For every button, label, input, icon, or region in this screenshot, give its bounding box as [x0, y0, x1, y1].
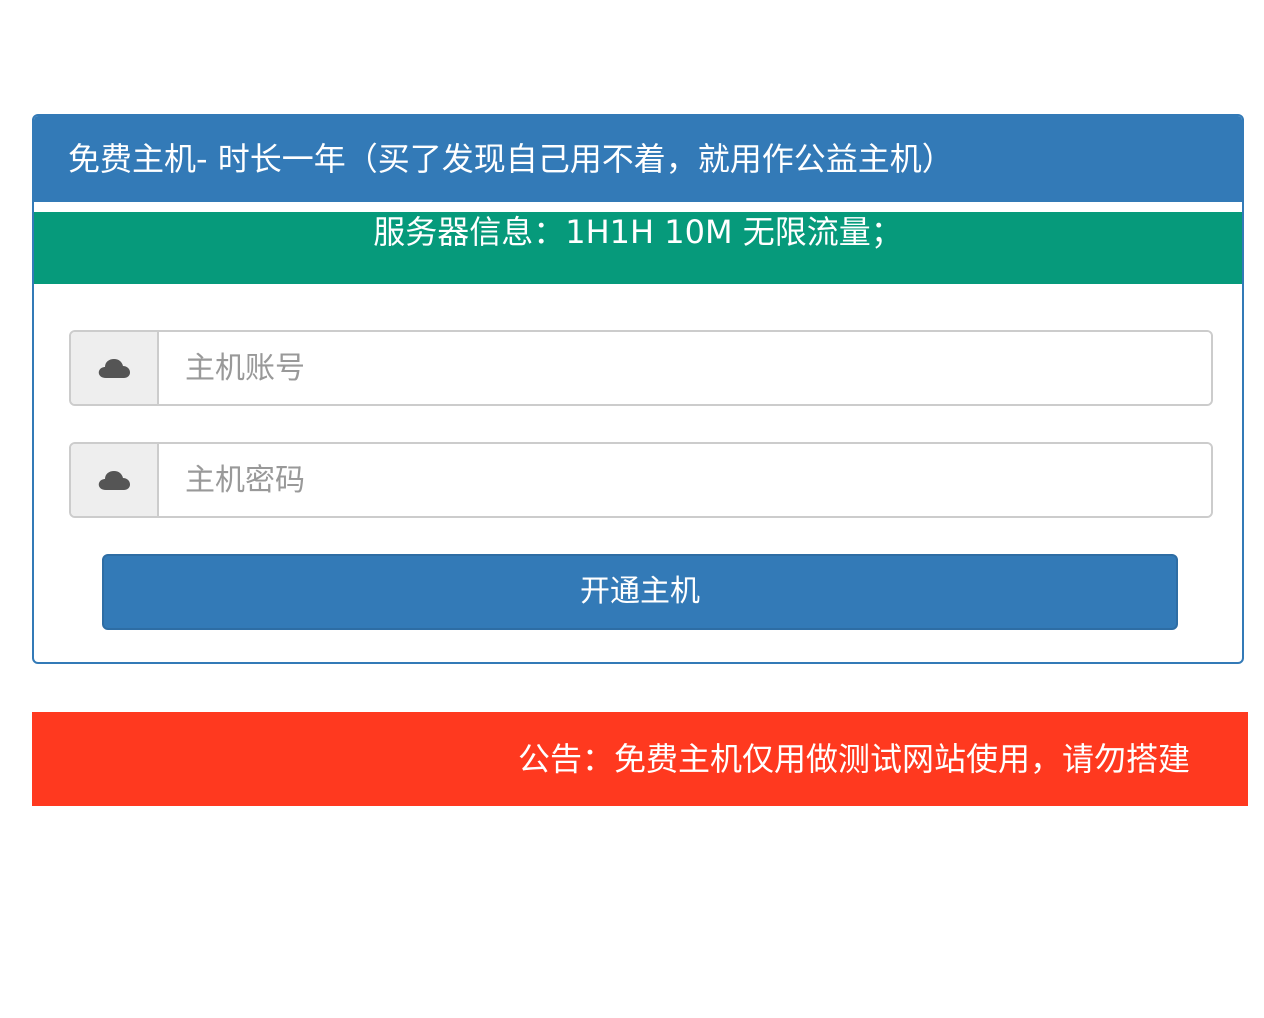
- password-input-group: [69, 442, 1213, 518]
- notice-text: 公告：免费主机仅用做测试网站使用，请勿搭建: [518, 740, 1191, 778]
- server-info-banner: 服务器信息：1H1H 10M 无限流量；: [34, 212, 1242, 284]
- account-input[interactable]: [159, 332, 1211, 404]
- host-panel: 免费主机- 时长一年（买了发现自己用不着，就用作公益主机） 服务器信息：1H1H…: [32, 114, 1244, 664]
- notice-marquee: 公告：免费主机仅用做测试网站使用，请勿搭建: [32, 712, 1248, 806]
- cloud-icon: [71, 332, 159, 404]
- cloud-icon: [71, 444, 159, 516]
- panel-title: 免费主机- 时长一年（买了发现自己用不着，就用作公益主机）: [34, 116, 1242, 202]
- password-input[interactable]: [159, 444, 1211, 516]
- account-input-group: [69, 330, 1213, 406]
- open-host-button[interactable]: 开通主机: [102, 554, 1178, 630]
